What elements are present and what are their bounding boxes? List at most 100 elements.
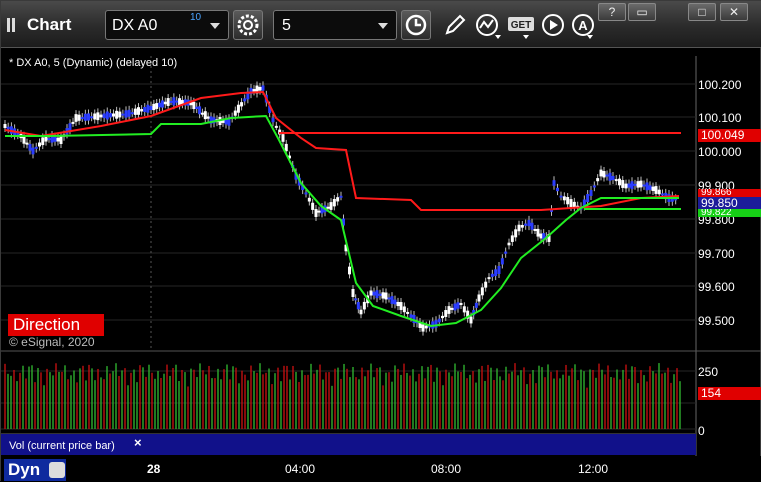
candle: [155, 103, 159, 109]
candle: [243, 98, 247, 102]
candle: [146, 104, 150, 113]
time-axis: 28 04:00 08:00 12:00: [1, 456, 761, 482]
candle: [53, 136, 57, 142]
candle: [332, 198, 336, 207]
candle: [642, 184, 646, 187]
study-dropdown-icon[interactable]: [495, 35, 501, 39]
candle: [314, 209, 318, 217]
candle: [490, 273, 494, 277]
price-chart[interactable]: [1, 48, 761, 482]
candle: [336, 197, 340, 202]
chart-info: * DX A0, 5 (Dynamic) (delayed 10): [9, 57, 178, 69]
candle: [258, 86, 262, 91]
candle: [462, 306, 466, 313]
alert-icon[interactable]: A: [571, 13, 595, 37]
get-dropdown-icon[interactable]: [523, 35, 529, 39]
candle: [362, 301, 366, 310]
candle: [317, 210, 321, 213]
candle: [112, 113, 115, 117]
volume-panel-bar: Vol (current price bar) ×: [1, 433, 696, 455]
candle: [311, 202, 315, 210]
symbol-dropdown-icon[interactable]: [210, 23, 220, 29]
mode-label: Dyn: [8, 460, 41, 479]
candle: [562, 196, 566, 201]
candle: [510, 235, 514, 242]
candle: [648, 185, 652, 190]
interval-dropdown-icon[interactable]: [378, 23, 388, 29]
gear-icon: [237, 14, 259, 36]
candle: [261, 85, 265, 91]
symbol-input[interactable]: DX A0 10: [105, 10, 229, 40]
settings-button[interactable]: [233, 10, 263, 40]
candle: [484, 281, 488, 288]
candle: [252, 89, 256, 92]
candle: [354, 298, 358, 301]
candle: [424, 325, 428, 329]
direction-label: Direction: [8, 314, 104, 336]
candle: [527, 219, 531, 227]
candle: [500, 258, 504, 265]
candle: [586, 194, 590, 202]
candle: [437, 318, 441, 323]
candle: [326, 206, 330, 209]
candle: [657, 189, 661, 195]
candle: [68, 123, 72, 131]
green-line-tag: 99.822: [698, 209, 761, 217]
study-icon[interactable]: [475, 13, 499, 37]
price-label: 99.500: [698, 314, 735, 328]
candle: [639, 180, 643, 188]
play-icon[interactable]: [541, 13, 565, 37]
candle: [381, 292, 385, 299]
candle: [453, 303, 457, 311]
candle: [450, 307, 454, 310]
candle: [359, 309, 363, 315]
pencil-icon[interactable]: [443, 13, 467, 37]
candle: [195, 106, 199, 110]
candle: [47, 138, 51, 141]
candle: [530, 222, 534, 230]
candle: [480, 287, 484, 296]
green-ma-line: [5, 114, 679, 328]
candle: [56, 137, 60, 142]
close-icon[interactable]: ×: [134, 435, 142, 450]
help-button[interactable]: ?: [598, 3, 626, 21]
candle: [627, 183, 631, 188]
candle: [169, 100, 173, 103]
time-button[interactable]: [401, 10, 431, 40]
candle: [552, 180, 556, 186]
candle: [59, 136, 63, 144]
price-label: 99.600: [698, 280, 735, 294]
candle: [158, 102, 162, 108]
time-label: 12:00: [578, 462, 609, 476]
toolbar: Chart DX A0 10 5 GET A ? ▭ □ ✕: [1, 1, 761, 48]
close-button[interactable]: ✕: [720, 3, 748, 21]
interval-input[interactable]: 5: [273, 10, 397, 40]
candle: [624, 183, 628, 189]
candle: [34, 146, 38, 149]
candle: [130, 112, 134, 115]
candle: [149, 105, 153, 111]
price-label: 100.200: [698, 78, 742, 92]
candle: [618, 178, 621, 186]
candle: [137, 107, 140, 115]
candle: [592, 185, 596, 188]
candle: [200, 112, 204, 115]
get-icon[interactable]: GET: [507, 13, 535, 37]
candle: [406, 311, 410, 314]
candle: [477, 294, 481, 302]
candle: [124, 110, 128, 118]
maximize-button[interactable]: □: [688, 3, 716, 21]
lock-icon[interactable]: [49, 462, 65, 478]
candle: [378, 293, 382, 296]
candle: [514, 229, 518, 238]
candle: [307, 197, 311, 202]
dynamic-mode-button[interactable]: Dyn: [4, 459, 66, 481]
alert-dropdown-icon[interactable]: [587, 35, 593, 39]
price-label: 100.100: [698, 111, 742, 125]
candle: [654, 186, 658, 194]
restore-button[interactable]: ▭: [628, 3, 656, 21]
grip-icon[interactable]: [7, 18, 21, 32]
candle: [611, 175, 615, 181]
candle: [102, 113, 106, 119]
candle: [614, 179, 618, 182]
